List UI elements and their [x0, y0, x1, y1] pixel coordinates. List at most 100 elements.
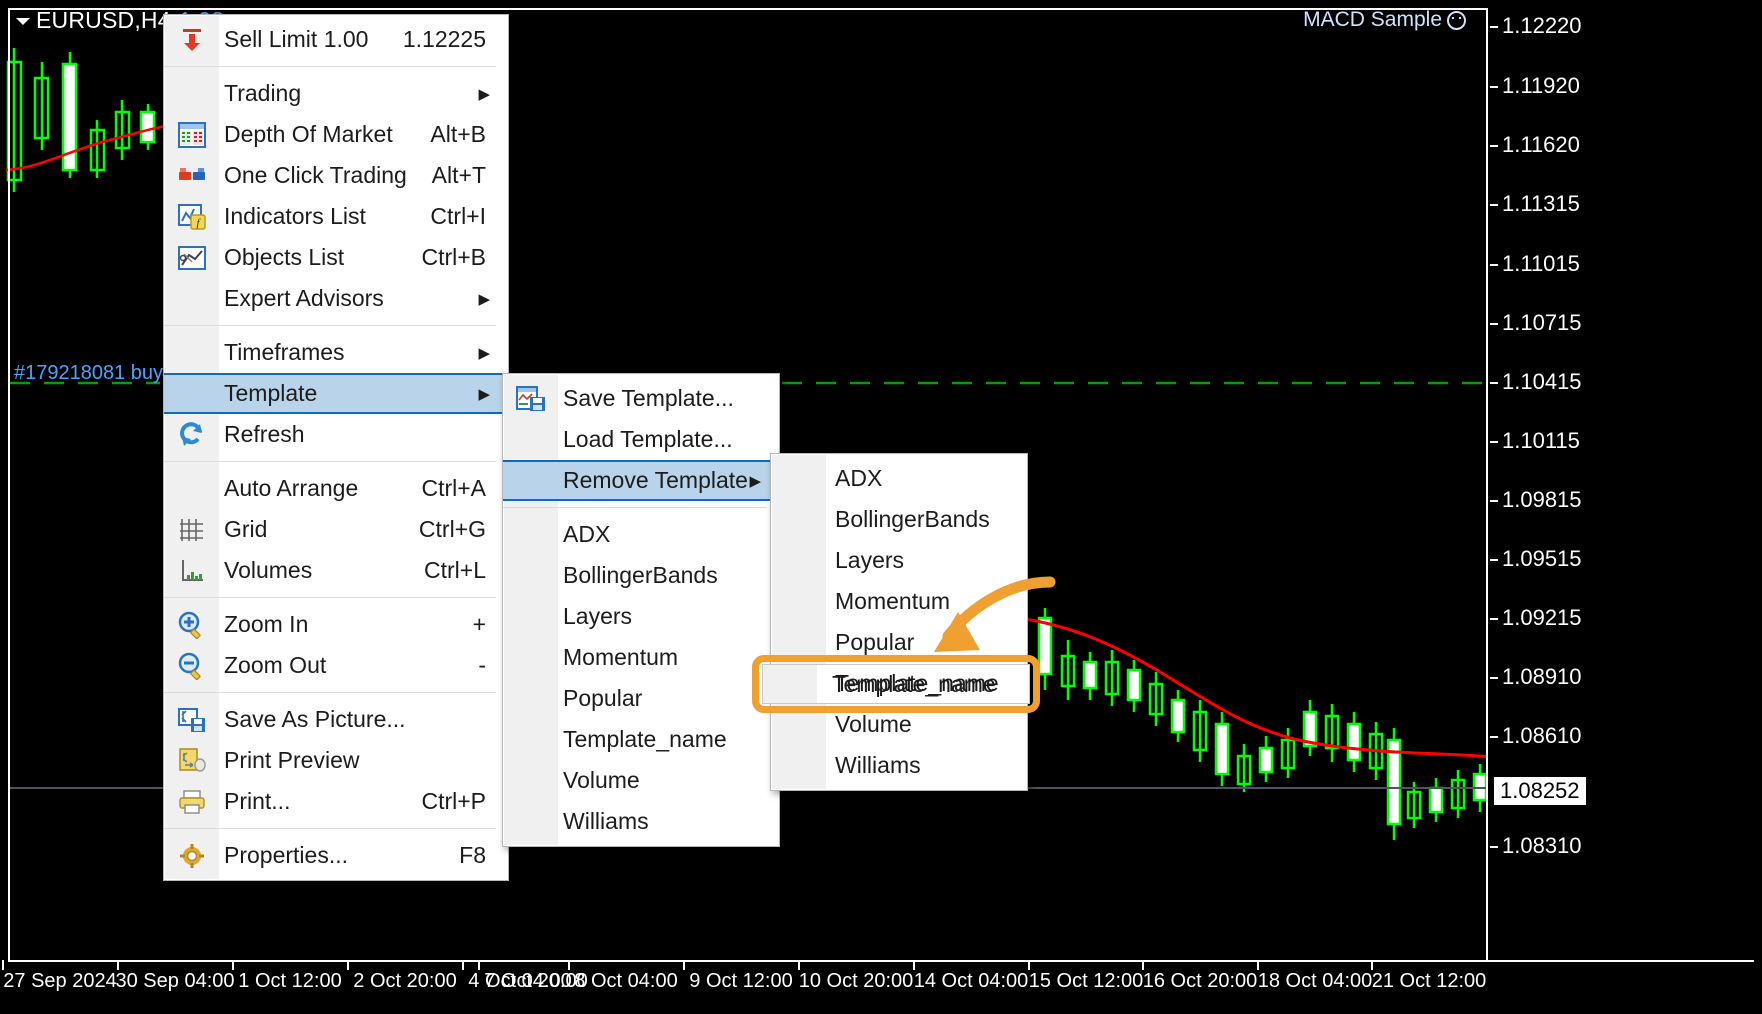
menu-item-shortcut: Alt+B [430, 121, 486, 147]
menu-item-shortcut: Ctrl+B [421, 244, 486, 270]
menu-item-sell-limit-1-00[interactable]: Sell Limit 1.00 1.12225 [164, 19, 508, 60]
menu-item-template-name[interactable]: Template_name [771, 663, 1027, 704]
menu-item-template[interactable]: Template ▶ [164, 373, 508, 414]
menu-item-layers[interactable]: Layers [771, 540, 1027, 581]
menu-item-label: Popular [835, 629, 915, 655]
price-tick: 1.10115 [1490, 428, 1580, 453]
menu-item-label: Layers [835, 547, 905, 573]
menu-item-shortcut: + [472, 611, 486, 637]
menu-item-label: Trading [224, 80, 302, 106]
menu-item-shortcut: - [478, 652, 486, 678]
menu-item-shortcut: 1.12225 [402, 26, 486, 52]
menu-item-expert-advisors[interactable]: Expert Advisors ▶ [164, 278, 508, 319]
menu-item-refresh[interactable]: Refresh [164, 414, 508, 455]
menu-item-label: Auto Arrange [224, 475, 359, 501]
menu-item-trading[interactable]: Trading ▶ [164, 73, 508, 114]
time-tick-separator [683, 960, 685, 970]
time-scale[interactable]: 27 Sep 2024 30 Sep 04:00 1 Oct 12:00 2 Oct … [2, 960, 1754, 1006]
price-tick: 1.08610 [1490, 723, 1582, 748]
price-scale[interactable]: 1.12220 1.11920 1.11620 1.11315 1.11015 1.107… [1486, 8, 1754, 1006]
menu-item-label: Williams [835, 752, 921, 778]
menu-item-williams[interactable]: Williams [503, 801, 779, 842]
menu-separator [164, 828, 496, 829]
menu-separator [164, 325, 496, 326]
menu-item-label: BollingerBands [835, 506, 990, 532]
menu-item-label: Grid [224, 516, 268, 542]
time-tick-separator [1142, 960, 1144, 970]
chevron-right-icon: ▶ [749, 472, 761, 490]
menu-item-print-preview[interactable]: Print Preview [164, 740, 508, 781]
menu-separator [503, 507, 767, 508]
menu-item-label: Print... [224, 788, 291, 814]
menu-item-label: Layers [563, 603, 633, 629]
menu-item-shortcut: Ctrl+G [418, 516, 486, 542]
menu-item-auto-arrange[interactable]: Auto Arrange Ctrl+A [164, 468, 508, 509]
menu-item-indicators-list[interactable]: f Indicators List Ctrl+I [164, 196, 508, 237]
menu-item-load-template[interactable]: Load Template... [503, 419, 779, 460]
menu-item-label: Refresh [224, 421, 305, 447]
menu-item-print[interactable]: Print... Ctrl+P [164, 781, 508, 822]
price-tick: 1.11015 [1490, 251, 1580, 276]
menu-item-volume[interactable]: Volume [771, 704, 1027, 745]
menu-item-save-as-picture[interactable]: Save As Picture... [164, 699, 508, 740]
menu-item-shortcut: Ctrl+L [424, 557, 486, 583]
time-tick-separator [913, 960, 915, 970]
menu-item-adx[interactable]: ADX [771, 458, 1027, 499]
menu-item-zoom-in[interactable]: Zoom In + [164, 604, 508, 645]
menu-item-label: Template_name [835, 670, 999, 696]
save-as-picture-icon [164, 707, 220, 733]
menu-item-timeframes[interactable]: Timeframes ▶ [164, 332, 508, 373]
metatrader-window: EURUSD,H41.08... MACD Sample #179218081 … [0, 0, 1762, 1014]
chart-context-menu[interactable]: Sell Limit 1.00 1.12225 Trading ▶ Depth Of M… [163, 14, 509, 881]
time-tick-separator [117, 960, 119, 970]
menu-item-label: Volumes [224, 557, 313, 583]
menu-item-bollingerbands[interactable]: BollingerBands [503, 555, 779, 596]
menu-item-one-click-trading[interactable]: One Click Trading Alt+T [164, 155, 508, 196]
chevron-down-icon[interactable] [16, 18, 30, 26]
menu-item-save-template[interactable]: Save Template... [503, 378, 779, 419]
time-tick: 21 Oct 12:00 [1371, 970, 1487, 992]
menu-item-label: Expert Advisors [224, 285, 384, 311]
menu-item-template-name[interactable]: Template_name [503, 719, 779, 760]
menu-item-popular[interactable]: Popular [503, 678, 779, 719]
menu-separator [164, 461, 496, 462]
menu-item-adx[interactable]: ADX [503, 514, 779, 555]
menu-item-label: One Click Trading [224, 162, 407, 188]
time-tick: 1 Oct 12:00 [238, 970, 342, 992]
menu-item-remove-template[interactable]: Remove Template ▶ [503, 460, 779, 501]
menu-item-momentum[interactable]: Momentum [503, 637, 779, 678]
menu-item-popular[interactable]: Popular [771, 622, 1027, 663]
menu-item-depth-of-market[interactable]: Depth Of Market Alt+B [164, 114, 508, 155]
menu-item-label: Properties... [224, 842, 348, 868]
time-tick: 8 Oct 04:00 [574, 970, 678, 992]
menu-item-momentum[interactable]: Momentum [771, 581, 1027, 622]
chevron-right-icon: ▶ [478, 85, 490, 103]
price-tick: 1.11620 [1490, 132, 1580, 157]
menu-item-properties[interactable]: Properties... F8 [164, 835, 508, 876]
sell-arrow-icon [164, 27, 220, 53]
menu-item-grid[interactable]: Grid Ctrl+G [164, 509, 508, 550]
template-submenu[interactable]: Save Template... Load Template... Remove T… [502, 373, 780, 847]
zoom-out-icon [164, 652, 220, 680]
menu-item-zoom-out[interactable]: Zoom Out - [164, 645, 508, 686]
menu-item-williams[interactable]: Williams [771, 745, 1027, 786]
refresh-icon [164, 421, 220, 448]
menu-item-volume[interactable]: Volume [503, 760, 779, 801]
remove-template-submenu[interactable]: ADX BollingerBands Layers Momentum Popular Te… [770, 453, 1028, 791]
chevron-right-icon: ▶ [478, 290, 490, 308]
price-tick: 1.11920 [1490, 73, 1580, 98]
price-tick: 1.08910 [1490, 664, 1582, 689]
menu-item-label: Zoom In [224, 611, 309, 637]
menu-item-layers[interactable]: Layers [503, 596, 779, 637]
time-tick-separator [1371, 960, 1373, 970]
menu-item-bollingerbands[interactable]: BollingerBands [771, 499, 1027, 540]
menu-item-label: Save Template... [563, 385, 734, 411]
time-tick: 15 Oct 12:00 [1028, 970, 1144, 992]
price-tick: 1.12220 [1490, 13, 1582, 38]
menu-item-label: Volume [835, 711, 912, 737]
menu-item-shortcut: Ctrl+I [430, 203, 486, 229]
menu-item-objects-list[interactable]: Objects List Ctrl+B [164, 237, 508, 278]
time-tick-separator [347, 960, 349, 970]
menu-item-volumes[interactable]: Volumes Ctrl+L [164, 550, 508, 591]
time-tick-separator [2, 960, 4, 970]
